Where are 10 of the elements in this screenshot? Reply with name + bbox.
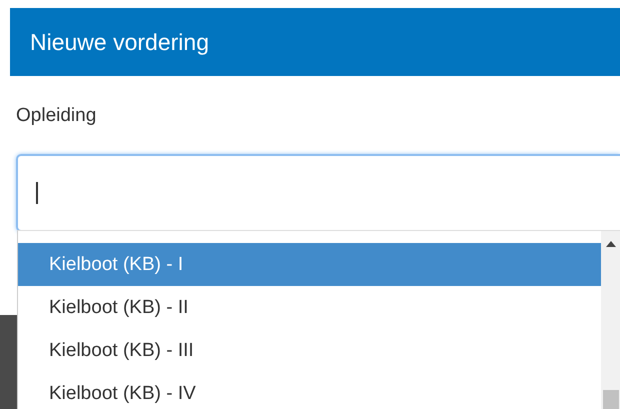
scrollbar-thumb[interactable] — [603, 390, 619, 409]
dropdown-option[interactable]: Kielboot (KB) - I — [18, 243, 601, 286]
dialog-title: Nieuwe vordering — [30, 28, 209, 56]
field-label: Opleiding — [16, 105, 98, 128]
scroll-up-icon[interactable] — [606, 241, 616, 247]
dropdown-option[interactable]: Kielboot (KB) - II — [18, 286, 601, 329]
text-cursor — [36, 182, 38, 204]
dropdown-option[interactable]: Kielboot (KB) - IV — [18, 372, 601, 409]
scrollbar[interactable] — [601, 231, 620, 409]
dropdown-option[interactable]: Kielboot (KB) - III — [18, 329, 601, 372]
